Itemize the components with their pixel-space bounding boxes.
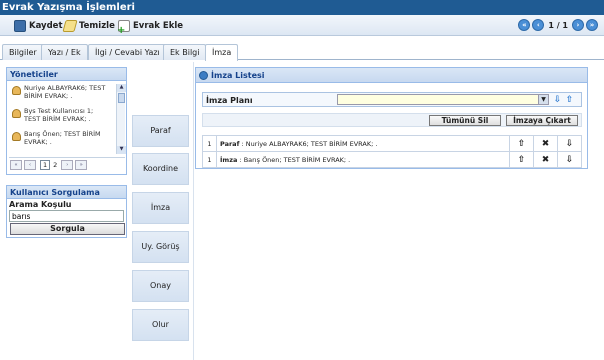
scroll-down-icon[interactable]: ▼ bbox=[117, 146, 126, 154]
chevron-down-icon[interactable]: ▼ bbox=[538, 95, 548, 104]
imza-button[interactable]: İmza bbox=[132, 192, 189, 224]
current-page[interactable]: 1 bbox=[40, 159, 51, 170]
delete-icon[interactable]: ✖ bbox=[533, 135, 558, 152]
search-condition-label: Arama Koşulu bbox=[9, 200, 72, 209]
next-page-number[interactable]: 2 bbox=[53, 161, 57, 169]
clear-button[interactable]: Temizle bbox=[62, 19, 115, 33]
delete-icon[interactable]: ✖ bbox=[533, 151, 558, 168]
delete-all-button[interactable]: Tümünü Sil bbox=[429, 115, 501, 126]
signature-plan-row: İmza Planı ▼ ⇩ ⇧ bbox=[202, 92, 582, 107]
row-description: Paraf : Nuriye ALBAYRAK6; TEST BİRİM EVR… bbox=[216, 135, 510, 152]
clear-label: Temizle bbox=[79, 21, 115, 31]
arrow-down-icon[interactable]: ⇩ bbox=[553, 95, 562, 105]
signature-list-header: İmza Listesi bbox=[196, 68, 587, 83]
row-number: 1 bbox=[202, 135, 217, 152]
row-role: İmza bbox=[220, 155, 238, 164]
uy-gorus-button[interactable]: Uy. Görüş bbox=[132, 231, 189, 263]
manager-name: Nuriye ALBAYRAK6; TEST bbox=[24, 84, 106, 92]
user-icon bbox=[12, 109, 21, 118]
row-person: : Barış Önen; TEST BİRİM EVRAK; . bbox=[237, 155, 351, 164]
tab-bar: Bilgiler Yazı / Ek İlgi / Cevabi Yazı Ek… bbox=[0, 41, 604, 61]
last-page-icon[interactable]: » bbox=[586, 19, 598, 31]
arrow-down-icon[interactable]: ⇩ bbox=[557, 151, 582, 168]
first-page-icon[interactable]: « bbox=[10, 159, 22, 170]
managers-panel: Yöneticiler Nuriye ALBAYRAK6; TEST BİRİM … bbox=[6, 67, 127, 175]
clear-icon bbox=[62, 20, 78, 32]
table-row: 1 Paraf : Nuriye ALBAYRAK6; TEST BİRİM E… bbox=[202, 135, 582, 152]
manager-name: Bys Test Kullanıcısı 1; bbox=[24, 107, 94, 115]
managers-list: Nuriye ALBAYRAK6; TEST BİRİM EVRAK; . Bys… bbox=[9, 84, 113, 154]
user-query-panel: Kullanıcı Sorgulama Arama Koşulu Sorgula bbox=[6, 185, 127, 238]
save-button[interactable]: Kaydet bbox=[14, 19, 63, 33]
row-description: İmza : Barış Önen; TEST BİRİM EVRAK; . bbox=[216, 151, 510, 168]
first-page-icon[interactable]: « bbox=[518, 19, 531, 31]
signature-plan-select[interactable]: ▼ bbox=[337, 94, 549, 105]
last-page-icon[interactable]: » bbox=[75, 159, 88, 170]
manager-unit: TEST BİRİM EVRAK; . bbox=[24, 115, 91, 123]
manager-unit: BİRİM EVRAK; . bbox=[24, 92, 73, 100]
arrow-up-icon[interactable]: ⇧ bbox=[509, 151, 534, 168]
koordine-button[interactable]: Koordine bbox=[132, 153, 189, 185]
pager-text: 1 / 1 bbox=[548, 20, 568, 30]
add-document-label: Evrak Ekle bbox=[133, 21, 184, 31]
user-icon bbox=[12, 132, 21, 141]
signature-button-row: Tümünü Sil İmzaya Çıkart bbox=[202, 113, 582, 127]
search-input[interactable] bbox=[9, 210, 124, 222]
paraf-button[interactable]: Paraf bbox=[132, 115, 189, 147]
signature-list-panel: İmza Listesi İmza Planı ▼ ⇩ ⇧ Tümünü Sil… bbox=[195, 67, 588, 169]
user-icon bbox=[12, 86, 21, 95]
signature-plan-label: İmza Planı bbox=[206, 96, 253, 105]
arrow-up-icon[interactable]: ⇧ bbox=[565, 95, 574, 105]
arrow-down-icon[interactable]: ⇩ bbox=[557, 135, 582, 152]
record-pager: « ‹ 1 / 1 › » bbox=[518, 19, 598, 31]
info-icon bbox=[199, 70, 208, 80]
query-button[interactable]: Sorgula bbox=[10, 223, 125, 235]
remove-from-signature-button[interactable]: İmzaya Çıkart bbox=[506, 115, 578, 126]
tab-yazi-ek[interactable]: Yazı / Ek bbox=[41, 44, 88, 60]
list-item[interactable]: Barış Önen; TEST BİRİM EVRAK; . bbox=[9, 130, 113, 153]
signature-table: 1 Paraf : Nuriye ALBAYRAK6; TEST BİRİM E… bbox=[202, 135, 582, 168]
manager-unit: EVRAK; . bbox=[24, 138, 52, 146]
list-item[interactable]: Bys Test Kullanıcısı 1; TEST BİRİM EVRAK;… bbox=[9, 107, 113, 130]
row-number: 1 bbox=[202, 151, 217, 168]
panel-divider bbox=[193, 62, 194, 360]
window-title: Evrak Yazışma İşlemleri bbox=[0, 0, 604, 15]
scroll-up-icon[interactable]: ▲ bbox=[117, 84, 126, 92]
add-document-button[interactable]: Evrak Ekle bbox=[117, 19, 184, 36]
olur-button[interactable]: Olur bbox=[132, 309, 189, 341]
manager-name: Barış Önen; TEST BİRİM bbox=[24, 130, 101, 138]
signature-list-title: İmza Listesi bbox=[211, 70, 265, 80]
table-row: 1 İmza : Barış Önen; TEST BİRİM EVRAK; .… bbox=[202, 151, 582, 168]
arrow-up-icon[interactable]: ⇧ bbox=[509, 135, 534, 152]
toolbar: Kaydet Temizle Evrak Ekle « ‹ 1 / 1 › » bbox=[0, 15, 604, 36]
next-page-icon[interactable]: › bbox=[572, 19, 584, 31]
managers-pager: « ‹ 1 2 › » bbox=[9, 157, 125, 171]
left-panel: Yöneticiler Nuriye ALBAYRAK6; TEST BİRİM … bbox=[6, 67, 127, 360]
tab-ilgi-cevabi-yazi[interactable]: İlgi / Cevabi Yazı bbox=[88, 44, 167, 60]
prev-page-icon[interactable]: ‹ bbox=[532, 19, 545, 31]
managers-scrollbar[interactable]: ▲ ▼ bbox=[116, 84, 126, 154]
onay-button[interactable]: Onay bbox=[132, 270, 189, 302]
scroll-thumb[interactable] bbox=[118, 93, 125, 103]
save-icon bbox=[14, 20, 26, 32]
prev-page-icon[interactable]: ‹ bbox=[24, 159, 36, 170]
page-numbers: 1 2 bbox=[40, 159, 57, 170]
tab-ek-bilgi[interactable]: Ek Bilgi bbox=[163, 44, 207, 60]
tab-bilgiler[interactable]: Bilgiler bbox=[2, 44, 44, 60]
user-query-title: Kullanıcı Sorgulama bbox=[7, 186, 126, 199]
tab-imza[interactable]: İmza bbox=[205, 44, 239, 61]
managers-title: Yöneticiler bbox=[7, 68, 126, 81]
row-role: Paraf bbox=[220, 139, 240, 148]
add-document-icon bbox=[117, 20, 130, 36]
row-person: : Nuriye ALBAYRAK6; TEST BİRİM EVRAK; . bbox=[239, 139, 378, 148]
list-item[interactable]: Nuriye ALBAYRAK6; TEST BİRİM EVRAK; . bbox=[9, 84, 113, 107]
save-label: Kaydet bbox=[29, 21, 63, 31]
next-page-icon[interactable]: › bbox=[61, 159, 74, 170]
